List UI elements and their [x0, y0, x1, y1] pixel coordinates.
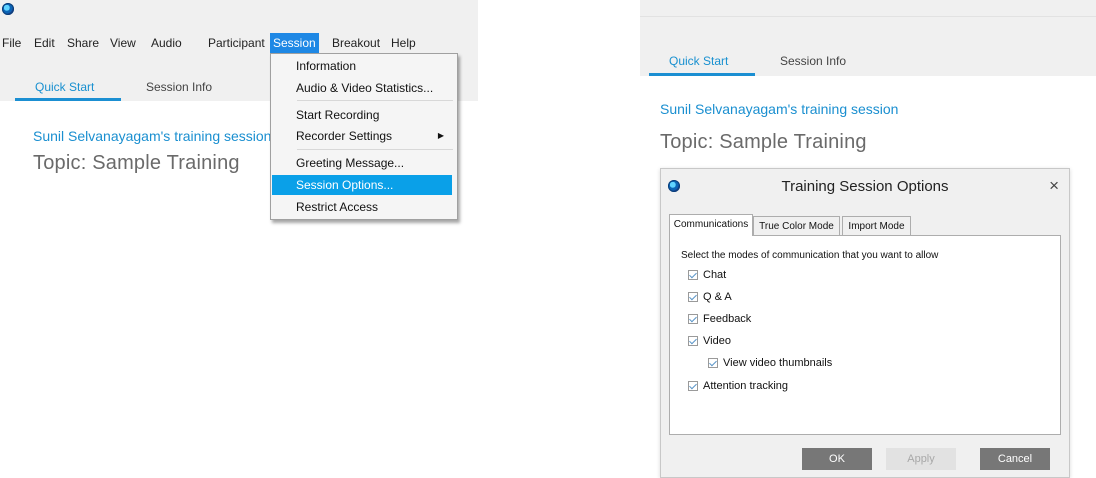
menu-item-start-recording[interactable]: Start Recording: [272, 105, 452, 125]
ok-button[interactable]: OK: [802, 448, 872, 470]
option-label: Attention tracking: [703, 380, 788, 392]
checkbox-checked-icon[interactable]: [708, 358, 718, 368]
option-attention-tracking[interactable]: Attention tracking: [688, 380, 788, 392]
menu-item-session-options[interactable]: Session Options...: [272, 175, 452, 195]
session-title-link[interactable]: Sunil Selvanayagam's training session: [660, 101, 898, 117]
option-label: Feedback: [703, 313, 752, 325]
tab-underline: [15, 98, 121, 101]
menu-item-label: Recorder Settings: [296, 129, 393, 143]
close-icon[interactable]: ×: [1049, 176, 1059, 196]
submenu-arrow-icon: ▶: [437, 131, 444, 140]
menu-help[interactable]: Help: [391, 33, 416, 53]
main-window-right: Quick Start Session Info Sunil Selvanaya…: [640, 0, 1096, 478]
tab-communications[interactable]: Communications: [669, 214, 753, 236]
option-label: Video: [703, 335, 731, 347]
tab-quick-start[interactable]: Quick Start: [669, 54, 728, 68]
menu-item-av-statistics[interactable]: Audio & Video Statistics...: [272, 78, 452, 98]
instruction-text: Select the modes of communication that y…: [681, 250, 939, 261]
checkbox-checked-icon[interactable]: [688, 314, 698, 324]
divider: [640, 16, 1096, 17]
menu-audio[interactable]: Audio: [151, 33, 182, 53]
checkbox-checked-icon[interactable]: [688, 381, 698, 391]
tab-session-info[interactable]: Session Info: [780, 54, 846, 68]
menu-item-recorder-settings[interactable]: Recorder Settings ▶: [272, 126, 452, 146]
menu-view[interactable]: View: [110, 33, 136, 53]
cancel-button[interactable]: Cancel: [980, 448, 1050, 470]
menu-item-information[interactable]: Information: [272, 56, 452, 76]
main-window: File Edit Share View Audio Participant S…: [0, 0, 478, 478]
topic-heading: Topic: Sample Training: [33, 152, 240, 174]
option-label: Chat: [703, 269, 727, 281]
menu-item-greeting-message[interactable]: Greeting Message...: [272, 153, 452, 173]
tab-import-mode[interactable]: Import Mode: [842, 216, 911, 236]
dialog-title: Training Session Options: [781, 178, 949, 195]
session-title-link[interactable]: Sunil Selvanayagam's training session: [33, 128, 271, 144]
option-qa[interactable]: Q & A: [688, 291, 732, 303]
option-label: Q & A: [703, 291, 732, 303]
menu-item-restrict-access[interactable]: Restrict Access: [272, 197, 452, 217]
option-chat[interactable]: Chat: [688, 269, 726, 281]
apply-button[interactable]: Apply: [886, 448, 956, 470]
menu-session[interactable]: Session: [270, 33, 319, 53]
option-view-video-thumbnails[interactable]: View video thumbnails: [708, 357, 832, 369]
tab-session-info[interactable]: Session Info: [146, 80, 212, 94]
menu-share[interactable]: Share: [67, 33, 99, 53]
menu-separator: [297, 100, 453, 101]
option-video[interactable]: Video: [688, 335, 731, 347]
menu-participant[interactable]: Participant: [208, 33, 265, 53]
menu-file[interactable]: File: [2, 33, 21, 53]
session-menu-dropdown: Information Audio & Video Statistics... …: [270, 53, 458, 220]
tab-underline: [649, 73, 755, 76]
option-label: View video thumbnails: [723, 357, 833, 369]
option-feedback[interactable]: Feedback: [688, 313, 751, 325]
menu-separator: [297, 149, 453, 150]
communications-panel: Select the modes of communication that y…: [669, 235, 1061, 435]
app-logo-icon: [2, 3, 14, 15]
checkbox-checked-icon[interactable]: [688, 270, 698, 280]
dialog-body: Communications True Color Mode Import Mo…: [661, 205, 1069, 477]
checkbox-checked-icon[interactable]: [688, 336, 698, 346]
tab-quick-start[interactable]: Quick Start: [35, 80, 94, 94]
tab-true-color-mode[interactable]: True Color Mode: [753, 216, 840, 236]
checkbox-checked-icon[interactable]: [688, 292, 698, 302]
topic-heading: Topic: Sample Training: [660, 131, 867, 153]
menu-breakout[interactable]: Breakout: [332, 33, 380, 53]
training-session-options-dialog: Training Session Options × Communication…: [660, 168, 1070, 478]
menu-edit[interactable]: Edit: [34, 33, 55, 53]
